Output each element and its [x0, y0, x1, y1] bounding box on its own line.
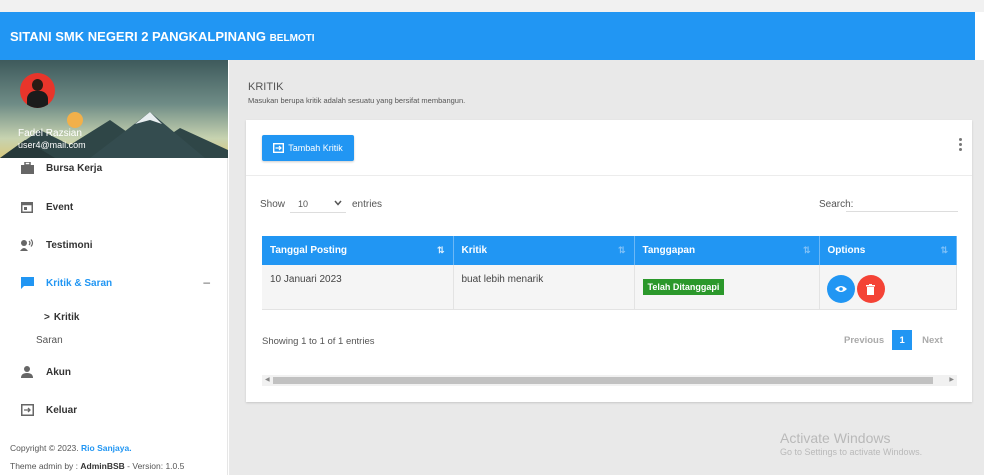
sort-icon: ⇅	[617, 245, 626, 255]
logout-icon	[20, 403, 34, 417]
sidebar-item-label: Bursa Kerja	[46, 162, 103, 174]
pagination: Previous 1 Next	[844, 330, 943, 350]
page-button-1[interactable]: 1	[892, 330, 913, 350]
sidebar-item-keluar[interactable]: Keluar	[0, 391, 228, 429]
entries-select[interactable]: 10	[290, 195, 346, 213]
show-label: Show	[260, 199, 286, 210]
column-header-kritik[interactable]: Kritik ⇅	[453, 236, 635, 265]
column-header-options[interactable]: Options ⇅	[819, 236, 957, 265]
entries-select-value: 10	[298, 198, 309, 209]
column-header-label: Options	[827, 245, 866, 256]
brand-title: SITANI SMK NEGERI 2 PANGKALPINANG	[10, 29, 266, 44]
activate-windows-subtitle: Go to Settings to activate Windows.	[780, 447, 923, 457]
activate-windows-title: Activate Windows	[780, 430, 891, 446]
theme-prefix: Theme admin by :	[10, 461, 79, 471]
browser-top-strip	[0, 0, 984, 12]
card-header: Tambah Kritik	[246, 120, 972, 176]
sidebar-item-label: Kritik & Saran	[46, 277, 113, 289]
scroll-right-icon[interactable]: ▶	[949, 376, 954, 383]
add-box-icon	[273, 143, 285, 153]
theme-name: AdminBSB	[80, 461, 125, 471]
user-name: Fadel Razsian	[18, 128, 82, 139]
sort-icon: ⇅	[940, 245, 948, 255]
table-header-row: Tanggal Posting ⇅ Kritik ⇅ Tanggapan ⇅ O…	[262, 236, 957, 265]
view-button[interactable]	[826, 275, 855, 303]
avatar[interactable]	[20, 73, 55, 108]
chevron-down-icon	[334, 199, 342, 208]
footer-theme: Theme admin by : AdminBSB - Version: 1.0…	[10, 461, 184, 471]
column-header-label: Kritik	[461, 245, 488, 256]
entries-label: entries	[352, 199, 383, 210]
sidebar-item-akun[interactable]: Akun	[0, 353, 228, 391]
submenu-label: Kritik	[53, 311, 80, 323]
kritik-table: Tanggal Posting ⇅ Kritik ⇅ Tanggapan ⇅ O…	[262, 236, 957, 310]
person-icon	[20, 365, 34, 379]
cell-tanggal: 10 Januari 2023	[262, 265, 454, 310]
chat-icon	[20, 276, 34, 290]
sort-icon: ⇅	[802, 245, 811, 255]
scroll-left-icon[interactable]: ◀	[265, 376, 270, 383]
submenu-label: Saran	[36, 334, 63, 346]
cell-kritik: buat lebih menarik	[453, 265, 635, 310]
app-brand[interactable]: SITANI SMK NEGERI 2 PANGKALPINANG BELMOT…	[10, 29, 315, 44]
kritik-card: Tambah Kritik Show 10 entries Search: Ta…	[246, 120, 972, 402]
theme-version: - Version: 1.0.5	[127, 461, 185, 471]
copyright-text: Copyright © 2023.	[10, 443, 79, 453]
status-badge: Telah Ditanggapi	[642, 279, 725, 295]
cell-options	[819, 265, 957, 310]
brand-suffix: BELMOTI	[269, 33, 315, 44]
sidebar-item-event[interactable]: Event	[0, 188, 228, 226]
table-info: Showing 1 to 1 of 1 entries	[262, 336, 375, 347]
column-header-tanggapan[interactable]: Tanggapan ⇅	[634, 236, 820, 265]
add-kritik-label: Tambah Kritik	[288, 143, 343, 153]
column-header-label: Tanggal Posting	[270, 245, 348, 256]
calendar-icon	[20, 200, 34, 214]
collapse-toggle[interactable]: –	[203, 275, 210, 289]
column-header-label: Tanggapan	[642, 245, 696, 256]
page-title: KRITIK	[248, 81, 284, 93]
horizontal-scrollbar[interactable]: ◀ ▶	[262, 375, 957, 386]
column-header-tanggal[interactable]: Tanggal Posting ⇅	[262, 236, 454, 265]
previous-button[interactable]: Previous	[844, 335, 884, 346]
top-navbar: SITANI SMK NEGERI 2 PANGKALPINANG BELMOT…	[0, 12, 975, 60]
add-kritik-button[interactable]: Tambah Kritik	[262, 135, 354, 161]
sidebar-item-bursa-kerja[interactable]: Bursa Kerja	[0, 149, 228, 187]
speaker-icon	[20, 238, 34, 252]
sidebar-item-label: Akun	[46, 366, 71, 378]
user-info-panel: Fadel Razsian user4@mail.com	[0, 60, 228, 158]
scrollbar-thumb[interactable]	[273, 377, 933, 384]
next-button[interactable]: Next	[922, 335, 943, 346]
sidebar-item-testimoni[interactable]: Testimoni	[0, 226, 228, 264]
briefcase-icon	[20, 161, 34, 175]
submenu-item-saran[interactable]: Saran	[0, 329, 228, 351]
submenu-item-kritik[interactable]: > Kritik	[0, 306, 228, 328]
sidebar-item-label: Testimoni	[46, 239, 93, 251]
table-row: 10 Januari 2023 buat lebih menarik Telah…	[262, 265, 957, 310]
more-vert-icon[interactable]	[956, 136, 964, 153]
eye-icon	[834, 286, 847, 292]
footer-copyright: Copyright © 2023. Rio Sanjaya.	[10, 443, 132, 453]
author-link[interactable]: Rio Sanjaya.	[81, 443, 132, 453]
trash-icon	[866, 283, 875, 295]
chevron-right-icon: >	[44, 311, 50, 323]
sidebar-item-kritik-saran[interactable]: Kritik & Saran –	[0, 264, 228, 302]
sidebar-item-label: Keluar	[46, 404, 78, 416]
delete-button[interactable]	[856, 275, 885, 303]
sort-icon: ⇅	[436, 245, 445, 255]
search-input[interactable]	[846, 194, 958, 212]
cell-tanggapan: Telah Ditanggapi	[634, 265, 820, 310]
sidebar: Fadel Razsian user4@mail.com Bursa Kerja…	[0, 60, 228, 475]
sidebar-item-label: Event	[46, 201, 74, 213]
page-description: Masukan berupa kritik adalah sesuatu yan…	[248, 96, 466, 105]
